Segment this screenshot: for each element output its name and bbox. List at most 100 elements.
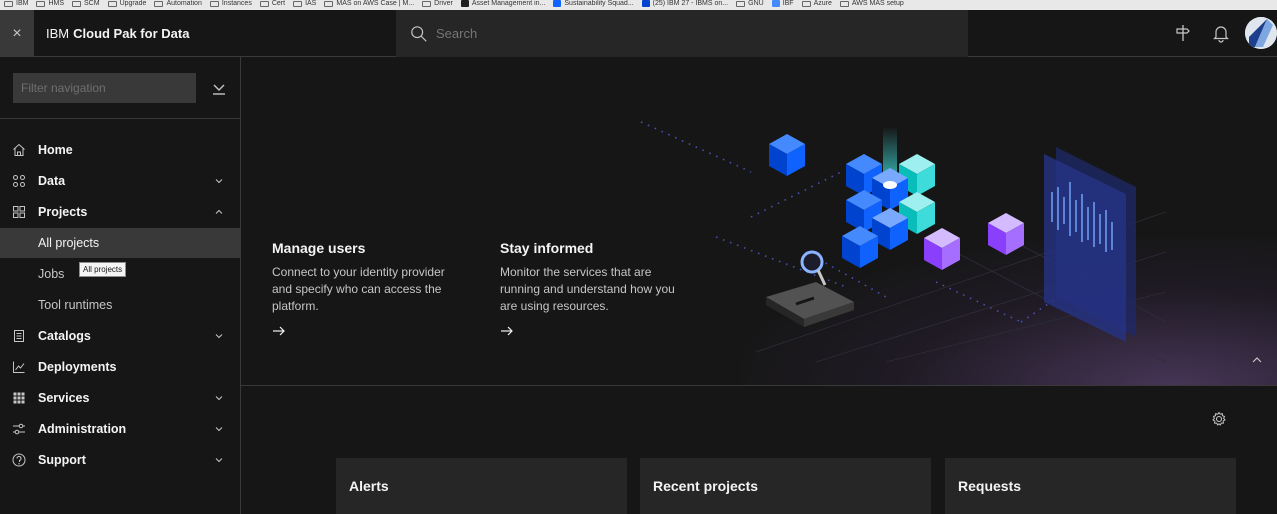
sidebar-item-label: Jobs: [38, 267, 65, 281]
requests-tile[interactable]: Requests: [945, 458, 1236, 514]
bookmark-label: Azure: [813, 0, 832, 7]
sidebar-item-deployments[interactable]: Deployments: [0, 352, 240, 382]
bookmark-item[interactable]: IAS: [293, 0, 316, 7]
chevron-up-icon[interactable]: [1251, 355, 1263, 365]
chevron-down-icon: [215, 458, 223, 463]
tooltip: All projects: [79, 262, 127, 277]
bookmark-label: IBM: [16, 0, 29, 7]
sidebar-item-all-projects[interactable]: All projects: [0, 228, 240, 258]
bookmark-label: (25) IBM 27 - IBMS on...: [652, 0, 729, 7]
bookmark-label: Instances: [221, 0, 252, 7]
bookmark-item[interactable]: Asset Management in...: [460, 0, 546, 7]
bookmark-label: HMS: [48, 0, 65, 7]
bookmark-item[interactable]: MAS on AWS Case | M...: [324, 0, 414, 7]
folder-icon: [4, 0, 13, 7]
cube: [769, 134, 805, 176]
bookmark-item[interactable]: SCM: [72, 0, 100, 7]
sidebar-item-tool-runtimes[interactable]: Tool runtimes: [0, 290, 240, 320]
user-avatar[interactable]: [1245, 17, 1277, 49]
favicon-icon: [771, 0, 780, 7]
bookmark-item[interactable]: IBF: [771, 0, 794, 7]
bookmarks-bar: IBM HMS SCM Upgrade Automation Instances Cert I…: [0, 0, 1277, 10]
bookmark-label: IAS: [305, 0, 317, 7]
bookmark-label: GNU: [748, 0, 764, 7]
sidebar-item-label: Home: [38, 143, 73, 157]
bookmark-item[interactable]: Instances: [209, 0, 252, 7]
sidebar-item-data[interactable]: Data: [0, 166, 240, 196]
sidebar-item-label: Support: [38, 453, 86, 467]
avatar-image: [1245, 17, 1277, 49]
bookmark-label: Upgrade: [119, 0, 147, 7]
chevron-down-icon: [215, 427, 223, 432]
bookmark-label: MAS on AWS Case | M...: [336, 0, 415, 7]
top-header: × IBM Cloud Pak for Data: [0, 10, 1277, 57]
folder-icon: [293, 0, 303, 7]
hero-illustration: [640, 121, 1166, 362]
sidebar-item-label: Services: [38, 391, 90, 405]
filter-navigation-input[interactable]: [13, 73, 196, 103]
sidebar-item-services[interactable]: Services: [0, 383, 240, 413]
bookmark-label: AWS MAS setup: [851, 0, 904, 7]
sidebar-item-label: Deployments: [38, 360, 117, 374]
magnifier: [800, 250, 827, 286]
chevron-down-icon: [215, 179, 223, 184]
administration-icon: [13, 423, 25, 435]
signpost-icon[interactable]: [1173, 23, 1193, 43]
close-icon: ×: [12, 24, 22, 42]
card-title: Manage users: [272, 240, 366, 256]
bookmark-item[interactable]: Azure: [801, 0, 832, 7]
bookmark-item[interactable]: AWS MAS setup: [839, 0, 904, 7]
alerts-tile[interactable]: Alerts: [336, 458, 627, 514]
notification-icon[interactable]: [1211, 23, 1231, 43]
chevron-down-icon: [215, 334, 223, 339]
product-name[interactable]: IBM Cloud Pak for Data: [46, 10, 189, 57]
sidebar-divider: [0, 118, 240, 119]
sidebar-item-projects[interactable]: Projects: [0, 197, 240, 227]
sidebar-item-label: Data: [38, 174, 66, 188]
sidebar-item-label: Tool runtimes: [38, 298, 113, 312]
bookmark-label: Sustainability Squad...: [564, 0, 634, 7]
services-icon: [13, 392, 25, 404]
manage-users-card[interactable]: Manage users Connect to your identity pr…: [272, 240, 452, 342]
folder-icon: [324, 0, 334, 7]
bookmark-item[interactable]: IBM: [4, 0, 28, 7]
close-menu-button[interactable]: ×: [0, 10, 34, 57]
home-icon: [13, 143, 25, 156]
main-content: Manage users Connect to your identity pr…: [241, 57, 1277, 514]
bookmark-item[interactable]: GNU: [736, 0, 764, 7]
search-input[interactable]: [436, 26, 936, 41]
arrow-right-icon[interactable]: [272, 325, 286, 337]
data-icon: [13, 175, 25, 187]
projects-icon: [13, 206, 25, 218]
sidebar-item-label: All projects: [38, 236, 100, 250]
folder-icon: [839, 0, 849, 7]
bookmark-item[interactable]: HMS: [36, 0, 64, 7]
brand-prefix: IBM: [46, 26, 70, 41]
filter-navigation[interactable]: [13, 73, 196, 103]
chevron-up-icon: [215, 209, 223, 214]
bookmark-item[interactable]: Upgrade: [107, 0, 147, 7]
bookmark-item[interactable]: Automation: [154, 0, 202, 7]
sidebar-item-label: Projects: [38, 205, 88, 219]
help-icon: [12, 453, 26, 467]
bookmark-label: Automation: [166, 0, 202, 7]
card-description: Connect to your identity provider and sp…: [272, 265, 445, 313]
folder-icon: [209, 0, 219, 7]
collapse-all-icon[interactable]: [208, 77, 230, 99]
bookmark-label: SCM: [84, 0, 100, 7]
bookmark-item[interactable]: Sustainability Squad...: [553, 0, 634, 7]
sidebar-item-support[interactable]: Support: [0, 445, 240, 475]
chevron-down-icon: [215, 396, 223, 401]
recent-projects-tile[interactable]: Recent projects: [640, 458, 931, 514]
sidebar-item-catalogs[interactable]: Catalogs: [0, 321, 240, 351]
bookmark-item[interactable]: (25) IBM 27 - IBMS on...: [641, 0, 729, 7]
arrow-right-icon[interactable]: [500, 325, 514, 337]
settings-icon[interactable]: [1211, 411, 1227, 427]
sidebar-item-administration[interactable]: Administration: [0, 414, 240, 444]
global-search[interactable]: [396, 10, 968, 57]
bookmark-label: Asset Management in...: [471, 0, 546, 7]
sidebar-item-home[interactable]: Home: [0, 135, 240, 165]
deployments-icon: [13, 361, 25, 373]
bookmark-item[interactable]: Driver: [422, 0, 453, 7]
bookmark-item[interactable]: Cert: [259, 0, 285, 7]
